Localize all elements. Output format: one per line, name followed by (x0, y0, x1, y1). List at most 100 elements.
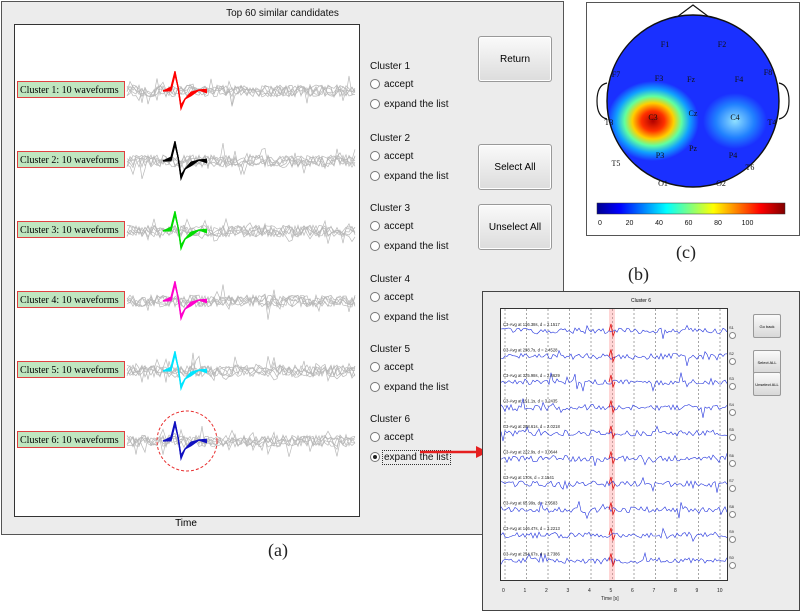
segment-radio[interactable] (729, 561, 736, 569)
go-back-button[interactable]: Go back (753, 314, 781, 338)
topography-map: F1 F2 F7 F3 Fz F4 F8 T3 C3 Cz C4 T4 T5 P3 Pz P4 T6 O1 O2 0 2… (586, 2, 800, 236)
radio-circle[interactable] (370, 99, 380, 109)
expand-radio[interactable]: expand the list (370, 166, 449, 186)
segment-radio[interactable] (729, 383, 736, 390)
segment-label: C3-Avg at 136.38s, d = 2.1517 (503, 322, 561, 327)
radio-circle[interactable] (370, 221, 380, 231)
segment-radio[interactable] (729, 332, 736, 339)
electrode-label: F3 (655, 74, 663, 83)
segment-id: S4 (729, 401, 734, 407)
electrode-label: C3 (648, 113, 657, 122)
background-trace (126, 142, 356, 174)
accept-radio[interactable]: accept (370, 216, 449, 236)
x-tick: 3 (566, 588, 570, 594)
radio-circle[interactable] (370, 382, 380, 392)
electrode-label: O1 (658, 179, 668, 188)
background-trace (126, 78, 356, 106)
expand-radio[interactable]: expand the list (370, 94, 449, 114)
cluster-title: Cluster 6 (370, 414, 411, 425)
cluster-3-label: Cluster 3: 10 waveforms (17, 221, 125, 238)
segment-radio[interactable] (729, 357, 736, 365)
colorbar-tick: 0 (598, 220, 602, 227)
segment-label: C3-Avg at 325.98s, d = 2.4629 (503, 373, 561, 378)
eeg-plot: C3-Avg at 136.38s, d = 2.1517 C3-Avg at 2… (500, 308, 728, 581)
window-title: Cluster 6 (630, 298, 651, 304)
radio-circle[interactable] (370, 79, 380, 89)
topomap-canvas: F1 F2 F7 F3 Fz F4 F8 T3 C3 Cz C4 T4 T5 P3 Pz P4 T6 O1 O2 0 2… (596, 4, 790, 227)
accept-radio[interactable]: accept (370, 74, 449, 94)
caption-c: (c) (676, 242, 696, 262)
caption-a: (a) (268, 540, 288, 560)
expand-radio[interactable]: expand the list (370, 307, 449, 327)
segment-id: S9 (729, 529, 734, 534)
accept-radio[interactable]: accept (370, 146, 449, 166)
right-ear (778, 82, 790, 120)
expand-radio[interactable]: expand the list (370, 377, 449, 397)
colorbar-tick: 40 (655, 220, 663, 227)
segment-radio[interactable] (729, 434, 736, 441)
cluster-1-options: Cluster 1 accept expand the list (370, 60, 449, 114)
radio-circle[interactable] (370, 241, 380, 251)
electrode-label: F4 (735, 75, 743, 84)
segment-label: C3-Avg at 254.67s, d = 2.7386 (503, 552, 561, 557)
accept-radio[interactable]: accept (370, 287, 449, 307)
event-marker (609, 309, 615, 580)
select-all-button[interactable]: Select All (478, 144, 552, 190)
accept-radio[interactable]: accept (370, 357, 449, 377)
return-button[interactable]: Return (478, 36, 552, 82)
cluster-4-options: Cluster 4 accept expand the list (370, 273, 449, 327)
radio-circle-selected[interactable] (370, 452, 380, 462)
cluster-title: Cluster 1 (370, 61, 411, 72)
segment-label: C3-Avg at 151.1s, d = 3.2435 (503, 399, 558, 404)
segment-radio[interactable] (729, 510, 736, 518)
electrode-label: F2 (718, 40, 726, 49)
segment-id: S5 (729, 427, 734, 432)
radio-circle[interactable] (370, 362, 380, 372)
radio-circle[interactable] (370, 151, 380, 161)
segment-id: S2 (729, 350, 734, 356)
electrode-label: P4 (729, 151, 737, 160)
electrode-label: T6 (746, 163, 755, 172)
x-tick: 9 (695, 588, 699, 594)
radio-circle[interactable] (370, 312, 380, 322)
segment-radio[interactable] (729, 536, 736, 543)
segment-id: S7 (729, 478, 734, 483)
segment-id: S3 (729, 376, 734, 381)
expand-radio[interactable]: expand the list (370, 236, 449, 256)
electrode-label: T5 (612, 159, 621, 168)
x-tick: 6 (631, 588, 634, 594)
segment-radio[interactable] (729, 485, 736, 492)
eeg-canvas: C3-Avg at 136.38s, d = 2.1517 C3-Avg at 2… (500, 309, 728, 580)
segment-radio[interactable] (729, 408, 736, 416)
background-trace (126, 293, 356, 308)
radio-circle[interactable] (370, 171, 380, 181)
select-all-button-small[interactable]: Select ALL (753, 350, 781, 374)
unselect-all-button-small[interactable]: Unselect ALL (753, 372, 781, 396)
segment-radio[interactable] (729, 459, 736, 467)
electrode-label: Pz (689, 144, 697, 153)
electrode-label: T3 (605, 118, 614, 127)
segment-label: C3-Avg at 298.7s, d = 2.4528 (503, 348, 558, 353)
cluster-title: Cluster 3 (370, 203, 411, 214)
x-tick: 10 (717, 588, 723, 594)
x-tick: 2 (545, 588, 548, 594)
cluster-title: Cluster 4 (370, 274, 411, 285)
arrow-icon (420, 446, 488, 458)
electrode-label: T4 (768, 118, 777, 127)
background-trace (126, 75, 356, 101)
colorbar (596, 202, 786, 215)
radio-circle[interactable] (370, 432, 380, 442)
unselect-all-button[interactable]: Unselect All (478, 204, 552, 250)
x-tick: 7 (652, 588, 656, 594)
electrode-label: P3 (656, 151, 664, 160)
x-tick: 4 (588, 588, 591, 594)
segment-label: C3-Avg at 65.99s, d = 2.9583 (503, 501, 558, 506)
colorbar-tick: 20 (626, 220, 634, 227)
left-ear (596, 82, 608, 120)
cluster-title: Cluster 2 (370, 133, 411, 144)
electrode-label: O2 (716, 179, 726, 188)
electrode-label: C4 (730, 113, 739, 122)
radio-circle[interactable] (370, 292, 380, 302)
x-tick: 1 (523, 588, 527, 594)
electrode-label: F8 (764, 68, 772, 77)
